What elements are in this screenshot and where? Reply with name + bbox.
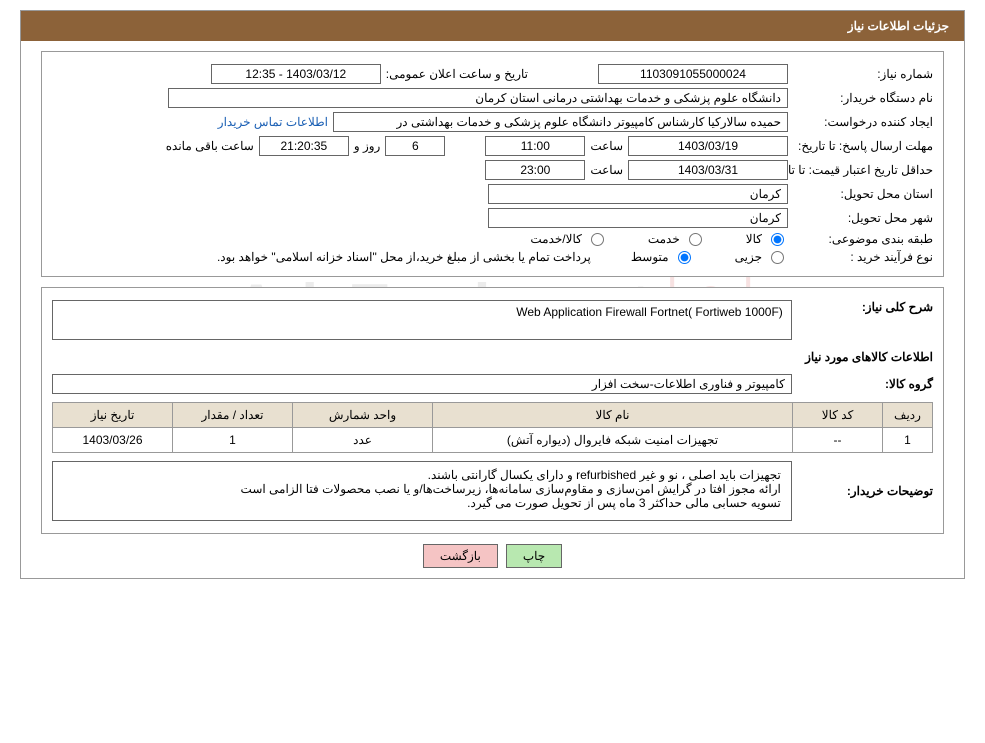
group-value: کامپیوتر و فناوری اطلاعات-سخت افزار: [52, 374, 792, 394]
th-code: کد کالا: [793, 403, 883, 428]
table-row: 1 -- تجهیزات امنیت شبکه فایروال (دیواره …: [53, 428, 933, 453]
category-goods-label: کالا: [746, 232, 762, 246]
need-no-label: شماره نیاز:: [793, 67, 933, 81]
th-date: تاریخ نیاز: [53, 403, 173, 428]
validity-time: 23:00: [485, 160, 585, 180]
td-row: 1: [883, 428, 933, 453]
button-row: چاپ بازگشت: [21, 544, 964, 568]
category-both-radio[interactable]: [591, 233, 604, 246]
remaining-text: ساعت باقی مانده: [166, 139, 254, 153]
category-both-label: کالا/خدمت: [530, 232, 581, 246]
summary-text: Web Application Firewall Fortnet( Fortiw…: [61, 305, 783, 319]
header-title: جزئیات اطلاعات نیاز: [21, 11, 964, 41]
process-medium-radio[interactable]: [678, 251, 691, 264]
category-label: طبقه بندی موضوعی:: [793, 232, 933, 246]
notes-line-3: تسویه حسابی مالی حداکثر 3 ماه پس از تحوی…: [63, 496, 781, 510]
th-unit: واحد شمارش: [293, 403, 433, 428]
deadline-date: 1403/03/19: [628, 136, 788, 156]
th-row: ردیف: [883, 403, 933, 428]
requester-label: ایجاد کننده درخواست:: [793, 115, 933, 129]
goods-table: ردیف کد کالا نام کالا واحد شمارش تعداد /…: [52, 402, 933, 453]
days-remaining: 6: [385, 136, 445, 156]
need-no-value: 1103091055000024: [598, 64, 788, 84]
announce-value: 1403/03/12 - 12:35: [211, 64, 381, 84]
process-partial-label: جزیی: [735, 250, 762, 264]
goods-info-label: اطلاعات کالاهای مورد نیاز: [805, 350, 933, 364]
contact-link[interactable]: اطلاعات تماس خریدار: [218, 115, 328, 129]
deadline-label: مهلت ارسال پاسخ: تا تاریخ:: [793, 139, 933, 153]
main-container: جزئیات اطلاعات نیاز شماره نیاز: 11030910…: [20, 10, 965, 579]
td-qty: 1: [173, 428, 293, 453]
category-goods-radio[interactable]: [771, 233, 784, 246]
time-label-2: ساعت: [590, 163, 623, 177]
td-name: تجهیزات امنیت شبکه فایروال (دیواره آتش): [433, 428, 793, 453]
notes-line-2: ارائه مجوز افتا در گرایش امن‌سازی و مقاو…: [63, 482, 781, 496]
time-label-1: ساعت: [590, 139, 623, 153]
th-qty: تعداد / مقدار: [173, 403, 293, 428]
countdown-timer: 21:20:35: [259, 136, 349, 156]
validity-date: 1403/03/31: [628, 160, 788, 180]
province-label: استان محل تحویل:: [793, 187, 933, 201]
buyer-value: دانشگاه علوم پزشکی و خدمات بهداشتی درمان…: [168, 88, 788, 108]
details-section: شرح کلی نیاز: Web Application Firewall F…: [41, 287, 944, 534]
table-header-row: ردیف کد کالا نام کالا واحد شمارش تعداد /…: [53, 403, 933, 428]
process-medium-label: متوسط: [631, 250, 669, 264]
print-button[interactable]: چاپ: [506, 544, 562, 568]
back-button[interactable]: بازگشت: [423, 544, 498, 568]
buyer-notes-label: توضیحات خریدار:: [797, 484, 933, 498]
buyer-label: نام دستگاه خریدار:: [793, 91, 933, 105]
summary-textarea[interactable]: Web Application Firewall Fortnet( Fortiw…: [52, 300, 792, 340]
category-service-label: خدمت: [648, 232, 680, 246]
th-name: نام کالا: [433, 403, 793, 428]
td-date: 1403/03/26: [53, 428, 173, 453]
summary-label: شرح کلی نیاز:: [797, 300, 933, 314]
province-value: کرمان: [488, 184, 788, 204]
notes-line-1: تجهیزات باید اصلی ، نو و غیر refurbished…: [63, 468, 781, 482]
process-note: پرداخت تمام یا بخشی از مبلغ خرید،از محل …: [217, 250, 591, 264]
buyer-notes-box[interactable]: تجهیزات باید اصلی ، نو و غیر refurbished…: [52, 461, 792, 521]
city-label: شهر محل تحویل:: [793, 211, 933, 225]
deadline-time: 11:00: [485, 136, 585, 156]
category-service-radio[interactable]: [689, 233, 702, 246]
process-partial-radio[interactable]: [771, 251, 784, 264]
td-unit: عدد: [293, 428, 433, 453]
city-value: کرمان: [488, 208, 788, 228]
info-section: شماره نیاز: 1103091055000024 تاریخ و ساع…: [41, 51, 944, 277]
process-label: نوع فرآیند خرید :: [793, 250, 933, 264]
requester-value: حمیده سالارکیا کارشناس کامپیوتر دانشگاه …: [333, 112, 788, 132]
validity-label: حداقل تاریخ اعتبار قیمت: تا تاریخ:: [793, 163, 933, 177]
td-code: --: [793, 428, 883, 453]
announce-label: تاریخ و ساعت اعلان عمومی:: [386, 67, 528, 81]
days-text: روز و: [354, 139, 381, 153]
group-label: گروه کالا:: [797, 377, 933, 391]
